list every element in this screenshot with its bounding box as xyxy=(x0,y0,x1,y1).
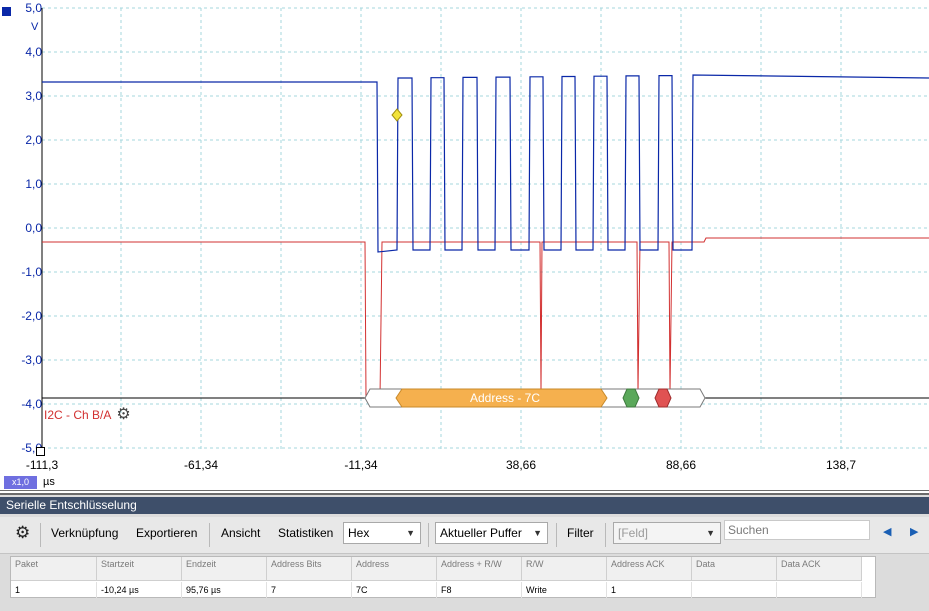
filter-button[interactable]: Filter xyxy=(567,526,594,540)
buffer-select[interactable]: Aktueller Puffer ▼ xyxy=(435,522,548,544)
y-axis-unit: V xyxy=(31,21,39,33)
y-tick-label: 3,0 xyxy=(25,89,42,103)
column-header[interactable]: Address ACK xyxy=(607,557,692,581)
table-cell[interactable] xyxy=(692,582,777,598)
gear-icon[interactable]: ⚙ xyxy=(116,407,130,423)
column-header[interactable]: Address + R/W xyxy=(437,557,522,581)
column-header[interactable]: Endzeit xyxy=(182,557,267,581)
y-tick-label: 1,0 xyxy=(25,177,42,191)
decode-nack-marker xyxy=(654,388,672,408)
field-select-value: [Feld] xyxy=(618,526,649,540)
statistics-button[interactable]: Statistiken xyxy=(278,526,333,540)
table-cell[interactable] xyxy=(777,582,862,598)
buffer-select-value: Aktueller Puffer xyxy=(440,526,522,540)
x-tick-label: 38,66 xyxy=(505,458,537,472)
x-tick-label: 88,66 xyxy=(665,458,697,472)
export-button[interactable]: Exportieren xyxy=(136,526,197,540)
decode-toolbar: ⚙ Verknüpfung Exportieren Ansicht Statis… xyxy=(0,517,929,554)
table-cell[interactable]: 1 xyxy=(11,582,97,598)
y-tick-label: -3,0 xyxy=(21,353,42,367)
x-tick-label: -111,3 xyxy=(25,458,59,472)
table-cell[interactable]: Write xyxy=(522,582,607,598)
format-select[interactable]: Hex ▼ xyxy=(343,522,421,544)
x-tick-label: -61,34 xyxy=(183,458,219,472)
y-tick-label: 5,0 xyxy=(25,1,42,15)
table-cell[interactable]: F8 xyxy=(437,582,522,598)
y-tick-label: -1,0 xyxy=(21,265,42,279)
previous-arrow-icon[interactable]: ◀ xyxy=(883,525,891,538)
zoom-badge[interactable]: x1,0 xyxy=(4,476,37,489)
table-cell[interactable]: 7 xyxy=(267,582,352,598)
settings-gear-icon[interactable]: ⚙ xyxy=(15,523,30,543)
table-cell[interactable]: 95,76 µs xyxy=(182,582,267,598)
table-cell[interactable]: 1 xyxy=(607,582,692,598)
next-arrow-icon[interactable]: ▶ xyxy=(910,525,918,538)
oscilloscope-view[interactable]: V 5,0 4,0 3,0 2,0 1,0 0,0 -1,0 -2,0 -3,0 -4,0 -5,0… xyxy=(0,0,929,491)
y-tick-label: 2,0 xyxy=(25,133,42,147)
link-button[interactable]: Verknüpfung xyxy=(51,526,118,540)
column-header[interactable]: Paket xyxy=(11,557,97,581)
toolbar-divider xyxy=(209,523,210,547)
column-header[interactable]: Data ACK xyxy=(777,557,862,581)
panel-title: Serielle Entschlüsselung xyxy=(0,497,929,514)
decode-table[interactable]: Paket Startzeit Endzeit Address Bits Address… xyxy=(10,556,876,598)
chevron-down-icon: ▼ xyxy=(533,528,542,538)
column-header[interactable]: Data xyxy=(692,557,777,581)
toolbar-divider xyxy=(428,523,429,547)
table-cell[interactable]: -10,24 µs xyxy=(97,582,182,598)
channel-a-marker[interactable] xyxy=(2,7,11,16)
toolbar-divider xyxy=(556,523,557,547)
column-header[interactable]: R/W xyxy=(522,557,607,581)
column-header[interactable]: Address xyxy=(352,557,437,581)
toolbar-divider xyxy=(605,523,606,547)
table-cell[interactable]: 7C xyxy=(352,582,437,598)
chevron-down-icon: ▼ xyxy=(706,528,715,538)
y-tick-label: 0,0 xyxy=(25,221,42,235)
x-axis-unit: µs xyxy=(43,476,55,488)
y-tick-label: -2,0 xyxy=(21,309,42,323)
channel-label-text: I2C - Ch B/A xyxy=(44,408,112,422)
y-tick-label: 4,0 xyxy=(25,45,42,59)
column-header[interactable]: Address Bits xyxy=(267,557,352,581)
x-tick-label: 138,7 xyxy=(825,458,857,472)
column-header[interactable]: Startzeit xyxy=(97,557,182,581)
view-button[interactable]: Ansicht xyxy=(221,526,260,540)
chevron-down-icon: ▼ xyxy=(406,528,415,538)
x-tick-label: -11,34 xyxy=(344,458,378,472)
y-tick-label: -4,0 xyxy=(21,397,42,411)
axis-origin-handle[interactable] xyxy=(36,447,45,456)
channel-b-trace xyxy=(42,237,929,399)
search-input[interactable]: Suchen xyxy=(724,520,870,540)
waveform-canvas xyxy=(0,7,929,491)
decode-packet-label[interactable]: Address - 7C xyxy=(400,391,610,405)
channel-label[interactable]: I2C - Ch B/A ⚙ xyxy=(44,407,131,423)
channel-a-trace xyxy=(42,74,929,253)
format-select-value: Hex xyxy=(348,526,370,540)
toolbar-divider xyxy=(40,523,41,547)
serial-decode-panel: Serielle Entschlüsselung ⚙ Verknüpfung E… xyxy=(0,493,929,611)
decode-ack-marker xyxy=(622,388,640,408)
field-select[interactable]: [Feld] ▼ xyxy=(613,522,721,544)
trigger-marker xyxy=(391,108,403,122)
